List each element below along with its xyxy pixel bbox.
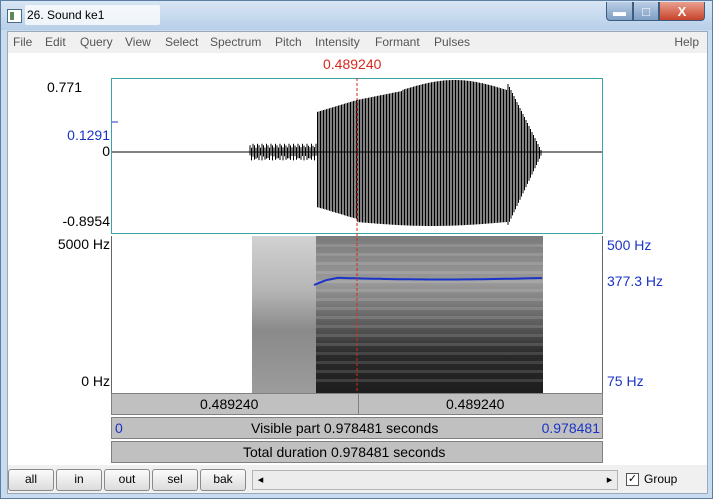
- harmonic-band: [316, 289, 543, 292]
- harmonic-band: [316, 298, 543, 301]
- group-label: Group: [644, 472, 678, 486]
- zoom-all-button[interactable]: all: [8, 469, 54, 491]
- visible-part-label: Visible part 0.978481 seconds: [251, 420, 439, 436]
- menu-pitch[interactable]: Pitch: [275, 35, 302, 49]
- waveform-zero-label: 0: [102, 143, 110, 159]
- spectrogram-aspiration: [252, 236, 316, 393]
- harmonic-band: [316, 370, 543, 373]
- selection-bar[interactable]: 0.489240 0.489240: [111, 393, 603, 415]
- title-bar[interactable]: 26. Sound ke1 ▬ □ X: [1, 1, 712, 30]
- harmonic-band: [316, 334, 543, 337]
- praat-sound-window: 26. Sound ke1 ▬ □ X File Edit Query View…: [0, 0, 713, 499]
- menu-spectrum[interactable]: Spectrum: [210, 35, 261, 49]
- minimize-button[interactable]: ▬: [606, 2, 633, 21]
- right-segment-label: 0.489240: [446, 396, 505, 412]
- harmonic-band: [316, 316, 543, 319]
- visible-end-label: 0.978481: [541, 420, 600, 436]
- menu-intensity[interactable]: Intensity: [315, 35, 360, 49]
- waveform-samples: [249, 80, 542, 226]
- menu-formant[interactable]: Formant: [375, 35, 420, 49]
- harmonic-band: [316, 352, 543, 355]
- menu-select[interactable]: Select: [165, 35, 198, 49]
- zoom-out-button[interactable]: out: [104, 469, 150, 491]
- sound-plot-area[interactable]: 0.489240 0.771 0.1291 0 -0.8954 5000 Hz …: [8, 53, 707, 465]
- harmonic-band: [316, 307, 543, 310]
- zoom-in-button[interactable]: in: [56, 469, 102, 491]
- scroll-right-arrow-icon[interactable]: ▸: [602, 471, 617, 489]
- menu-help[interactable]: Help: [674, 35, 699, 49]
- menu-pulses[interactable]: Pulses: [434, 35, 470, 49]
- editor-area: File Edit Query View Select Spectrum Pit…: [7, 31, 708, 494]
- waveform-marker-label: 0.1291: [67, 127, 110, 143]
- left-segment-label: 0.489240: [200, 396, 259, 412]
- close-button[interactable]: X: [659, 2, 705, 21]
- harmonic-band: [316, 262, 543, 265]
- spectrogram-panel[interactable]: [111, 236, 603, 393]
- harmonic-band: [316, 244, 543, 247]
- menu-file[interactable]: File: [13, 35, 32, 49]
- maximize-button[interactable]: □: [633, 2, 659, 21]
- menu-edit[interactable]: Edit: [45, 35, 66, 49]
- harmonic-band: [316, 325, 543, 328]
- harmonic-band: [316, 343, 543, 346]
- waveform-trace: [249, 80, 542, 226]
- horizontal-scrollbar[interactable]: ◂ ▸: [252, 470, 618, 490]
- zoom-selection-button[interactable]: sel: [152, 469, 198, 491]
- visible-part-bar[interactable]: 0 Visible part 0.978481 seconds 0.978481: [111, 417, 603, 439]
- bottom-toolbar: all in out sel bak ◂ ▸ ✓ Group: [8, 465, 707, 493]
- scroll-left-arrow-icon[interactable]: ◂: [253, 471, 268, 489]
- menu-query[interactable]: Query: [80, 35, 113, 49]
- menu-bar: File Edit Query View Select Spectrum Pit…: [8, 32, 707, 52]
- waveform-max-label: 0.771: [46, 79, 82, 95]
- spectrogram-vowel: [316, 236, 543, 393]
- zoom-back-button[interactable]: bak: [200, 469, 246, 491]
- harmonic-band: [316, 361, 543, 364]
- total-duration-label: Total duration 0.978481 seconds: [243, 444, 446, 460]
- menu-view[interactable]: View: [125, 35, 151, 49]
- total-duration-bar[interactable]: Total duration 0.978481 seconds: [111, 441, 603, 463]
- spectrogram-bottom-label: 0 Hz: [81, 373, 110, 389]
- harmonic-band: [316, 253, 543, 256]
- app-icon: [7, 9, 22, 23]
- harmonic-band: [316, 271, 543, 274]
- group-checkbox[interactable]: ✓: [626, 473, 639, 486]
- visible-start-label: 0: [115, 420, 123, 436]
- window-title: 26. Sound ke1: [27, 8, 105, 22]
- selection-split: [358, 394, 359, 414]
- spectrogram-top-label: 5000 Hz: [57, 236, 110, 252]
- pitch-bottom-label: 75 Hz: [607, 373, 644, 389]
- waveform-panel[interactable]: [111, 78, 603, 234]
- pitch-top-label: 500 Hz: [607, 237, 652, 253]
- pitch-value-label: 377.3 Hz: [607, 273, 664, 289]
- waveform-min-label: -0.8954: [62, 213, 110, 229]
- harmonic-band: [316, 379, 543, 382]
- cursor-time-label: 0.489240: [323, 56, 382, 72]
